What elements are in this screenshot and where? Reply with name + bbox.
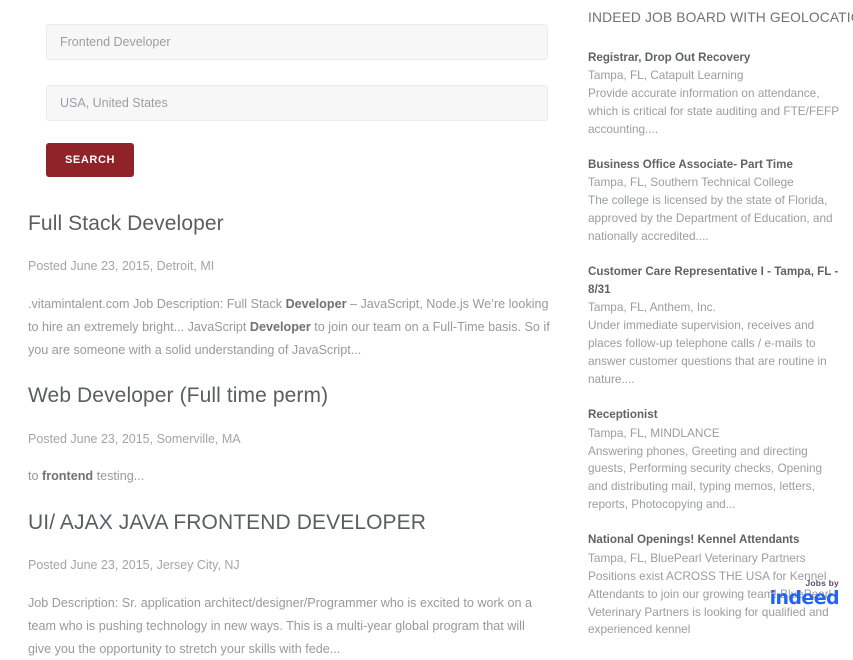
job-result-description: Job Description: Sr. application archite… [28,595,532,656]
sidebar-heading: INDEED JOB BOARD WITH GEOLOCATION [588,10,853,25]
job-search-form: SEARCH [0,0,580,177]
job-results-list: Full Stack Developer Posted June 23, 2015… [0,211,580,660]
job-result-item: UI/ AJAX JAVA FRONTEND DEVELOPER Posted J… [28,510,550,660]
job-result-meta: Posted June 23, 2015, Somerville, MA [28,431,241,446]
indeed-sidebar: INDEED JOB BOARD WITH GEOLOCATION Regist… [580,0,853,636]
job-result-item: Web Developer (Full time perm) Posted Jun… [28,383,550,488]
job-result-meta: Posted June 23, 2015, Jersey City, NJ [28,558,240,573]
main-content-column: SEARCH Full Stack Developer Posted June 2… [0,0,580,656]
job-result-meta: Posted June 23, 2015, Detroit, MI [28,259,215,274]
indeed-attribution: Jobs by indeed [770,577,840,609]
sidebar-job-location: Tampa, FL, MINDLANCE [588,425,720,440]
sidebar-job-title[interactable]: Receptionist [588,406,839,424]
search-button[interactable]: SEARCH [46,143,135,177]
job-board-page: SEARCH Full Stack Developer Posted June 2… [0,0,853,656]
job-result-title[interactable]: Web Developer (Full time perm) [28,383,550,408]
sidebar-job-title[interactable]: Customer Care Representative I - Tampa, … [588,263,839,298]
sidebar-job-snippet: Under immediate supervision, receives an… [588,318,827,387]
job-result-title[interactable]: UI/ AJAX JAVA FRONTEND DEVELOPER [28,510,550,535]
sidebar-job-item: Registrar, Drop Out Recovery Tampa, FL, C… [588,49,839,139]
job-result-description: to frontend testing... [28,469,145,484]
sidebar-job-snippet: The college is licensed by the state of … [588,193,833,244]
sidebar-job-item: Customer Care Representative I - Tampa, … [588,263,839,389]
sidebar-job-title[interactable]: Registrar, Drop Out Recovery [588,49,839,67]
sidebar-job-location: Tampa, FL, Southern Technical College [588,175,794,190]
sidebar-job-snippet: Answering phones, Greeting and directing… [588,443,823,512]
sidebar-job-snippet: Provide accurate information on attendan… [588,86,839,136]
sidebar-job-list: Registrar, Drop Out Recovery Tampa, FL, C… [588,49,839,640]
sidebar-job-title[interactable]: Business Office Associate- Part Time [588,156,839,174]
indeed-logo[interactable]: indeed [770,589,840,608]
sidebar-job-item: Business Office Associate- Part Time Tamp… [588,156,839,246]
sidebar-job-title[interactable]: National Openings! Kennel Attendants [588,531,839,549]
keyword-search-input[interactable] [46,24,548,60]
job-result-item: Full Stack Developer Posted June 23, 2015… [28,211,550,361]
location-search-input[interactable] [46,85,548,121]
jobs-by-label: Jobs by [805,577,839,588]
job-result-title[interactable]: Full Stack Developer [28,211,550,236]
job-result-description: .vitamintalent.com Job Description: Full… [28,296,550,357]
sidebar-job-location: Tampa, FL, BluePearl Veterinary Partners [588,550,806,565]
sidebar-job-location: Tampa, FL, Anthem, Inc. [588,300,716,315]
sidebar-job-item: Receptionist Tampa, FL, MINDLANCE Answerin… [588,406,839,514]
sidebar-job-location: Tampa, FL, Catapult Learning [588,68,744,83]
